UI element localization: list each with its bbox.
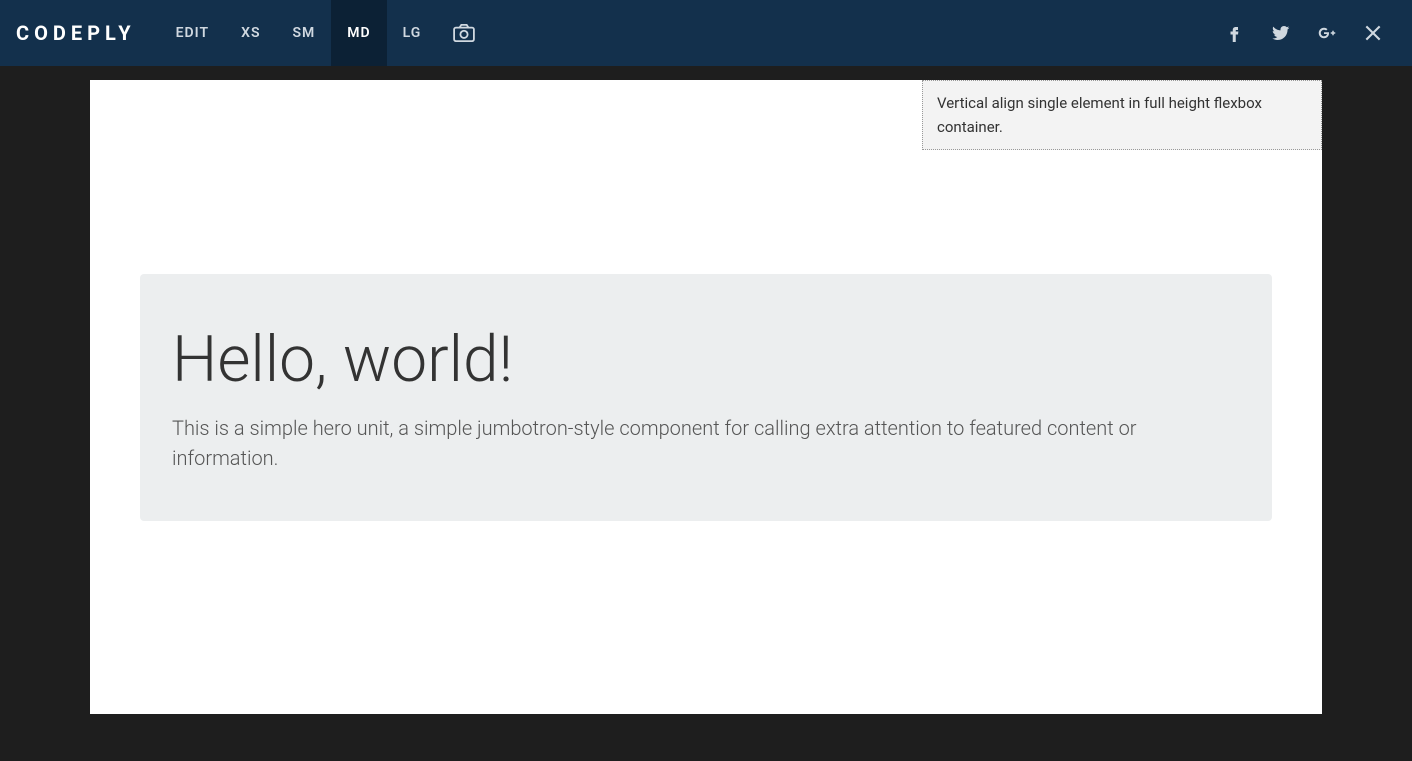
navbar: CODEPLY EDIT XS SM MD LG: [0, 0, 1412, 66]
facebook-icon: [1226, 24, 1244, 42]
twitter-icon: [1272, 24, 1290, 42]
preview-frame: Vertical align single element in full he…: [90, 80, 1322, 714]
nav-size-md[interactable]: MD: [331, 0, 386, 66]
twitter-button[interactable]: [1258, 0, 1304, 66]
screenshot-button[interactable]: [437, 0, 491, 66]
navbar-right: [1212, 0, 1396, 66]
navbar-left: CODEPLY EDIT XS SM MD LG: [16, 0, 491, 66]
info-box: Vertical align single element in full he…: [922, 80, 1322, 150]
nav-size-sm[interactable]: SM: [277, 0, 332, 66]
preview-wrapper: Vertical align single element in full he…: [76, 66, 1336, 761]
googleplus-button[interactable]: [1304, 0, 1350, 66]
googleplus-icon: [1318, 24, 1336, 42]
preview-area: Vertical align single element in full he…: [0, 66, 1412, 761]
logo[interactable]: CODEPLY: [16, 21, 136, 45]
nav-size-lg[interactable]: LG: [387, 0, 438, 66]
close-button[interactable]: [1350, 0, 1396, 66]
camera-icon: [453, 24, 475, 42]
jumbotron-lead: This is a simple hero unit, a simple jum…: [172, 413, 1240, 473]
facebook-button[interactable]: [1212, 0, 1258, 66]
nav-edit[interactable]: EDIT: [160, 0, 225, 66]
close-icon: [1363, 23, 1383, 43]
nav-size-xs[interactable]: XS: [225, 0, 276, 66]
jumbotron: Hello, world! This is a simple hero unit…: [140, 274, 1272, 521]
jumbotron-heading: Hello, world!: [172, 322, 1240, 397]
